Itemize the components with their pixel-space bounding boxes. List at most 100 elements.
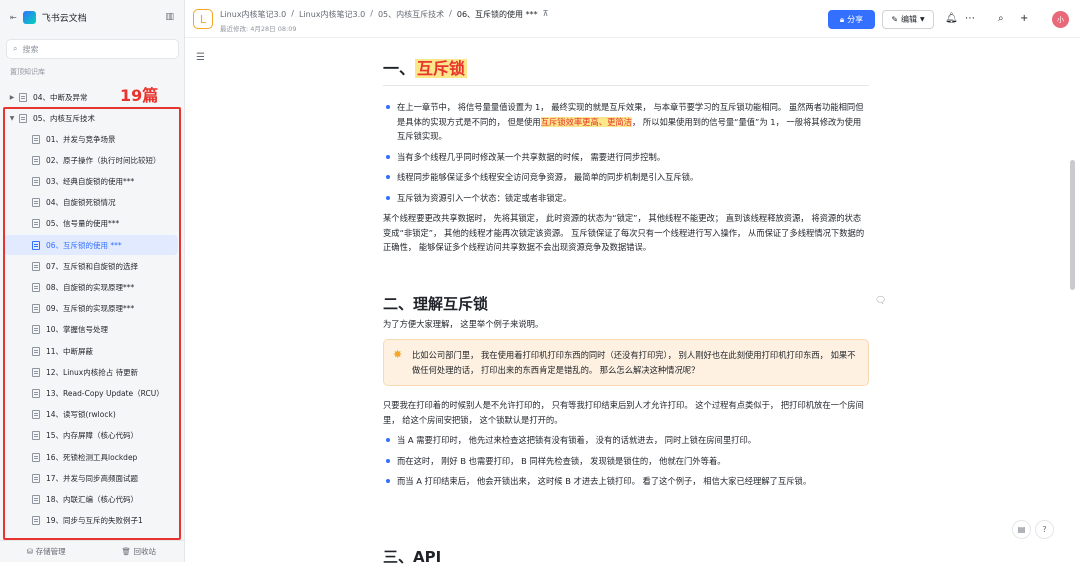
tree-item-chapter-04[interactable]: ▶ 04、中断及异常 <box>0 87 185 107</box>
breadcrumb-sep: / <box>449 9 452 18</box>
back-icon[interactable]: ⇤ <box>10 13 17 22</box>
tree-child-label: 01、并发与竞争场景 <box>46 134 116 144</box>
tree-child-item[interactable]: 17、并发与同步高频面试题 <box>4 468 178 488</box>
tree-child-item[interactable]: 02、原子操作（执行时间比较短） <box>4 150 178 170</box>
sidebar-footer: ⛁ 存储管理 🗑 回收站 <box>0 540 185 562</box>
chevron-right-icon[interactable]: ▶ <box>8 94 16 101</box>
tree-child-item[interactable]: 05、信号量的使用*** <box>4 214 178 234</box>
star-burst-icon: ✸ <box>393 348 403 361</box>
doc-body: 一、 互斥锁 在上一章节中， 将信号量量值设置为 1， 最终实现的就是互斥效果， … <box>383 48 869 495</box>
list-item: 互斥锁为资源引入一个状态：锁定或者非锁定。 <box>383 191 869 206</box>
doc-icon <box>32 304 40 314</box>
trash-button[interactable]: 🗑 回收站 <box>93 546 186 557</box>
tree-child-item[interactable]: 10、掌握信号处理 <box>4 320 178 340</box>
bullet-list: 在上一章节中， 将信号量量值设置为 1， 最终实现的就是互斥效果， 与本章节要学… <box>383 100 869 205</box>
tree-child-label: 02、原子操作（执行时间比较短） <box>46 155 161 165</box>
tree-child-item[interactable]: 19、同步与互斥的失败例子1 <box>4 511 178 531</box>
pencil-icon: ✎ <box>891 15 899 24</box>
chevron-down-icon: ▼ <box>920 16 925 23</box>
help-icon[interactable]: ? <box>1035 520 1054 539</box>
comment-icon[interactable]: 🗨︎ <box>875 296 886 306</box>
tree-child-item[interactable]: 11、中断屏蔽 <box>4 341 178 361</box>
doc-icon <box>32 452 40 462</box>
tree-child-item[interactable]: 07、互斥锁和自旋锁的选择 <box>4 256 178 276</box>
scrollbar-thumb[interactable] <box>1070 160 1075 290</box>
share-button[interactable]: 🔒︎ 分享 <box>828 10 875 29</box>
breadcrumb-item[interactable]: Linux内核笔记3.0 <box>220 9 286 20</box>
tree-child-label: 10、掌握信号处理 <box>46 325 109 335</box>
pin-icon[interactable]: ⊼ <box>543 9 549 20</box>
paragraph: 为了方便大家理解， 这里举个例子来说明。 <box>383 318 544 329</box>
storage-button[interactable]: ⛁ 存储管理 <box>0 546 93 557</box>
heading-2: 二、理解互斥锁 <box>383 294 489 313</box>
doc-info-icon[interactable]: ▤ <box>1012 520 1031 539</box>
doc-icon <box>19 113 27 123</box>
callout-block: ✸ 比如公司部门里， 我在使用着打印机打印东西的同时（还没有打印完）， 别人刚好… <box>383 339 869 386</box>
notification-bell-icon[interactable]: 🔔︎ <box>945 13 958 24</box>
tree-child-item[interactable]: 15、内存屏障（核心代码） <box>4 426 178 446</box>
tree-item-label: 04、中断及异常 <box>33 92 88 102</box>
list-item: 线程同步能够保证多个线程安全访问竞争资源， 最简单的同步机制是引入互斥锁。 <box>383 170 869 185</box>
more-icon[interactable]: ⋯ <box>965 13 975 24</box>
divider <box>383 85 869 86</box>
tree-child-label: 12、Linux内核抢占 待更新 <box>46 367 139 377</box>
app-logo[interactable]: ⇤ 飞书云文档 <box>10 11 87 24</box>
tree-child-item[interactable]: 18、内联汇编（核心代码） <box>4 489 178 509</box>
doc-icon <box>32 134 40 144</box>
tree-item-chapter-05[interactable]: ▼ 05、内核互斥技术 <box>0 108 185 128</box>
tree-child-label: 04、自旋锁死锁情况 <box>46 198 116 208</box>
tree-child-item[interactable]: 16、死锁检测工具lockdep <box>4 447 178 467</box>
tree-child-label: 11、中断屏蔽 <box>46 346 94 356</box>
tree-child-label: 07、互斥锁和自旋锁的选择 <box>46 261 139 271</box>
tree-child-label: 06、互斥锁的使用 *** <box>46 240 122 250</box>
list-item: 当 A 需要打印时， 他先过来检查这把锁有没有锁着， 没有的话就进去， 同时上锁… <box>383 433 869 448</box>
breadcrumb-item[interactable]: 05、内核互斥技术 <box>378 9 444 20</box>
doc-icon <box>32 516 40 526</box>
tree-child-item[interactable]: 13、Read-Copy Update（RCU） <box>4 383 178 403</box>
tree-child-item[interactable]: 09、互斥锁的实现原理*** <box>4 299 178 319</box>
doc-icon <box>32 155 40 165</box>
doc-type-icon: L <box>193 9 213 29</box>
tree-child-label: 16、死锁检测工具lockdep <box>46 452 138 462</box>
tree-child-label: 17、并发与同步高频面试题 <box>46 473 139 483</box>
bullet-list: 当 A 需要打印时， 他先过来检查这把锁有没有锁着， 没有的话就进去， 同时上锁… <box>383 433 869 489</box>
doc-icon <box>32 367 40 377</box>
tree-child-item[interactable]: 12、Linux内核抢占 待更新 <box>4 362 178 382</box>
chevron-down-icon[interactable]: ▼ <box>8 115 16 122</box>
breadcrumb-item[interactable]: Linux内核笔记3.0 <box>299 9 365 20</box>
tree-child-item[interactable]: 06、互斥锁的使用 *** <box>4 235 178 255</box>
sidebar-collapse-icon[interactable]: ▥ <box>165 12 174 22</box>
tree-child-item[interactable]: 08、自旋锁的实现原理*** <box>4 277 178 297</box>
trash-icon: 🗑 <box>121 547 132 556</box>
search-icon[interactable]: ⌕ <box>998 13 1004 24</box>
heading-3: 三、API <box>383 548 442 566</box>
tree-child-label: 03、经典自旋锁的使用*** <box>46 176 135 186</box>
doc-icon <box>32 473 40 483</box>
list-item: 而在这时， 刚好 B 也需要打印， B 同样先检查锁， 发现锁是锁住的， 他就在… <box>383 454 869 469</box>
tree-child-item[interactable]: 04、自旋锁死锁情况 <box>4 193 178 213</box>
doc-icon <box>32 410 40 420</box>
tree-child-item[interactable]: 03、经典自旋锁的使用*** <box>4 171 178 191</box>
outline-icon[interactable]: ☰ <box>196 52 205 63</box>
sidebar: ⇤ 飞书云文档 ▥ ⌕ 搜索 置顶知识库 19篇 ▶ 04、中断及异常 ▼ 05… <box>0 0 185 562</box>
doc-icon <box>32 198 40 208</box>
tree-child-label: 15、内存屏障（核心代码） <box>46 431 139 441</box>
doc-icon <box>32 388 40 398</box>
avatar[interactable]: 小 <box>1052 11 1069 28</box>
tree-child-item[interactable]: 01、并发与竞争场景 <box>4 129 178 149</box>
tree-child-item[interactable]: 14、读写锁(rwlock) <box>4 405 178 425</box>
doc-icon <box>19 92 27 102</box>
doc-icon <box>32 219 40 229</box>
highlighted-text: 互斥锁效率更高、更简洁 <box>540 116 632 127</box>
doc-icon <box>32 346 40 356</box>
storage-icon: ⛁ <box>26 547 34 556</box>
add-icon[interactable]: + <box>1020 13 1028 24</box>
search-input[interactable]: ⌕ 搜索 <box>6 39 179 59</box>
search-icon: ⌕ <box>13 44 18 53</box>
doc-icon <box>32 261 40 271</box>
lock-icon: 🔒︎ <box>839 14 845 24</box>
edit-mode-button[interactable]: ✎ 编辑 ▼ <box>882 10 934 29</box>
list-item: 而当 A 打印结束后， 他会开锁出来， 这时候 B 才进去上锁打印。 看了这个例… <box>383 474 869 489</box>
tree-item-label: 05、内核互斥技术 <box>33 113 96 123</box>
last-modified: 最近修改: 4月28日 08:09 <box>220 25 297 33</box>
